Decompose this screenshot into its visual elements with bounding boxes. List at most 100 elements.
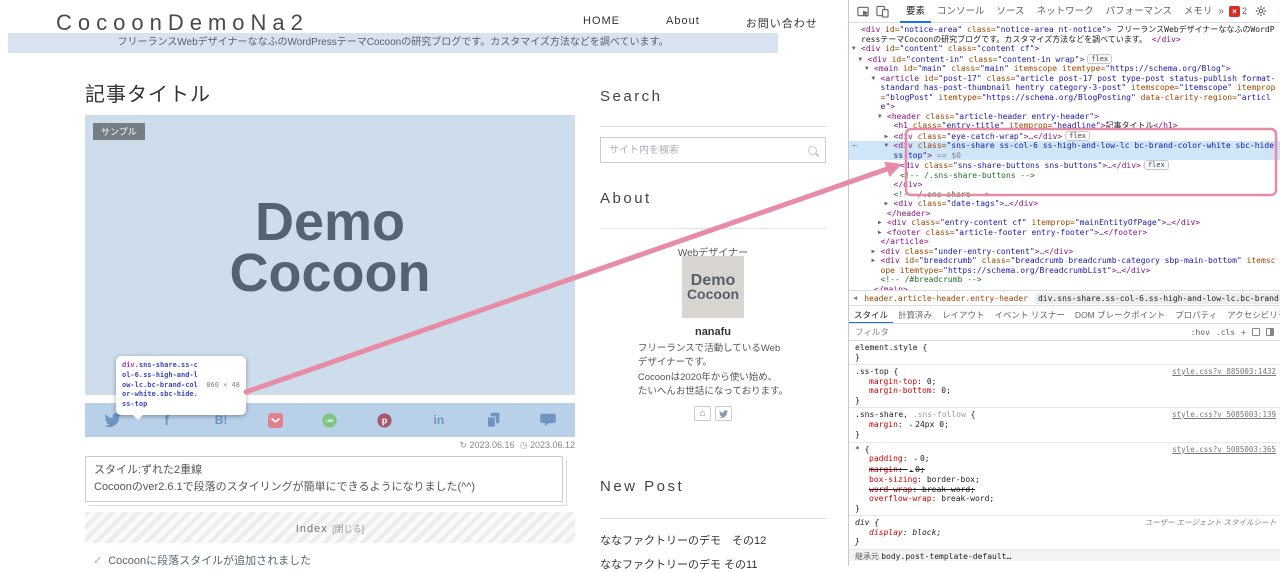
nav-item[interactable]: About: [666, 15, 700, 31]
rule-source-link[interactable]: style.css?v_5085003:365: [1172, 445, 1276, 455]
inherited-section-header: 継承元 body.post-template-default…: [849, 549, 1280, 561]
device-toolbar-icon[interactable]: [873, 5, 892, 18]
copy-icon[interactable]: [466, 403, 520, 437]
expand-closed-icon[interactable]: ▶: [872, 247, 881, 257]
styles-tab-2[interactable]: レイアウト: [937, 306, 990, 323]
dom-tree-node[interactable]: <div id="notice-area" class="notice-area…: [849, 25, 1280, 44]
more-tabs-icon[interactable]: »: [1218, 6, 1224, 17]
styles-tab-4[interactable]: DOM ブレークポイント: [1070, 306, 1170, 323]
css-rule[interactable]: style.css?v_5085003:139 .sns-share, .sns-…: [849, 408, 1280, 443]
styles-tab-3[interactable]: イベント リスナー: [990, 306, 1070, 323]
newpost-item[interactable]: ななファクトリーのデモ その12: [600, 532, 766, 548]
devtools-tab-4[interactable]: パフォーマンス: [1100, 0, 1178, 23]
dom-tree-node[interactable]: ⋯ ▼ <div class="sns-share ss-col-6 ss-high…: [849, 141, 1280, 160]
dom-tree-node[interactable]: ▶ <div class="sns-share-buttons sns-butto…: [849, 160, 1280, 171]
dom-tree-node[interactable]: <h1 class="entry-title" itemprop="headli…: [849, 121, 1280, 131]
breadcrumb-item[interactable]: div.sns-share.ss-col-6.ss-high-and-low-l…: [1034, 292, 1280, 304]
devtools-tabs: 要素 コンソール ソース ネットワーク パフォーマンス メモリ: [900, 0, 1218, 23]
dom-tree-node[interactable]: ▼ <header class="article-header entry-hea…: [849, 112, 1280, 122]
toc-close-label[interactable]: [閉じる]: [332, 524, 364, 534]
expand-closed-icon[interactable]: ▶: [891, 161, 900, 171]
kebab-menu-icon[interactable]: ⋮: [1275, 5, 1280, 18]
devtools-toolbar: 要素コンソールソースネットワークパフォーマンスメモリ » × 2 ⋮ ×: [849, 0, 1280, 23]
dom-tree-node[interactable]: </header>: [849, 209, 1280, 219]
gear-icon[interactable]: [1252, 5, 1270, 17]
nav-item[interactable]: HOME: [583, 15, 620, 31]
styles-tab-1[interactable]: 計算済み: [893, 306, 937, 323]
flex-badge[interactable]: flex: [1065, 130, 1090, 141]
expand-closed-icon[interactable]: ▶: [878, 218, 887, 228]
crumb-scroll-left-icon[interactable]: ◀: [853, 294, 857, 302]
expand-open-icon[interactable]: ▼: [872, 74, 881, 84]
expand-open-icon[interactable]: ▼: [878, 112, 887, 122]
article-main: 記事タイトル サンプル Demo Cocoon f B! LINE p in ↻ 202…: [85, 78, 575, 567]
expand-open-icon[interactable]: ▼: [852, 44, 861, 54]
styles-tab-0[interactable]: スタイル: [849, 306, 893, 323]
toc-item-label[interactable]: Cocoonに段落スタイルが追加されました: [108, 555, 311, 567]
expand-open-icon[interactable]: ▼: [859, 55, 868, 65]
dom-tree-node[interactable]: <!-- /.sns-share -->: [849, 190, 1280, 200]
flex-badge[interactable]: flex: [1143, 160, 1169, 170]
filter-tool[interactable]: +: [1241, 328, 1246, 337]
expand-closed-icon[interactable]: ▶: [872, 256, 881, 266]
css-rule[interactable]: ユーザー エージェント スタイルシート div {display: block;}: [849, 516, 1280, 550]
twitter-icon[interactable]: [715, 406, 732, 421]
expand-open-icon[interactable]: ▼: [885, 141, 894, 151]
filter-tool-icon[interactable]: [1266, 328, 1274, 336]
dom-tree-node[interactable]: ▼ <div id="content-in" class="content-in …: [849, 53, 1280, 65]
styles-tab-6[interactable]: アクセシビリティ: [1222, 306, 1280, 323]
devtools-tab-1[interactable]: コンソール: [931, 0, 991, 23]
pinterest-icon[interactable]: p: [357, 403, 411, 437]
search-input[interactable]: [609, 144, 808, 156]
dom-tree-node[interactable]: ▶ <div class="date-tags">…</div>: [849, 199, 1280, 209]
dom-tree-node[interactable]: ▼ <article id="post-17" class="article po…: [849, 74, 1280, 112]
dom-tree-node[interactable]: </main>: [849, 285, 1280, 291]
dom-tree-node[interactable]: ▶ <div id="breadcrumb" class="breadcrumb …: [849, 256, 1280, 275]
dom-tree-node[interactable]: ▶ <div class="entry-content cf" itemprop=…: [849, 218, 1280, 228]
pocket-icon[interactable]: [248, 403, 302, 437]
dom-tree-node[interactable]: ▼ <main id="main" class="main" itemscope …: [849, 64, 1280, 74]
expand-closed-icon[interactable]: ▶: [885, 199, 894, 209]
breadcrumb-item[interactable]: header.article-header.entry-header: [864, 294, 1028, 303]
linkedin-icon[interactable]: in: [412, 403, 466, 437]
comment-icon[interactable]: [521, 403, 575, 437]
devtools-tab-elements-active[interactable]: 要素: [900, 0, 931, 23]
flex-badge[interactable]: flex: [1087, 53, 1113, 64]
expand-closed-icon[interactable]: ▶: [885, 132, 894, 142]
devtools-tab-5[interactable]: メモリ: [1178, 0, 1219, 23]
toc-toggle[interactable]: Index [閉じる]: [85, 512, 575, 543]
author-bio-line: たいへんお世話になっております。: [637, 385, 789, 397]
search-box[interactable]: [600, 137, 826, 163]
search-icon[interactable]: [808, 145, 817, 155]
line-icon[interactable]: LINE: [303, 403, 357, 437]
dom-tree-node[interactable]: ▶ <div class="under-entry-content">…</div…: [849, 247, 1280, 257]
error-badge[interactable]: × 2: [1228, 5, 1247, 17]
dom-tree-node[interactable]: ▶ <div class="eye-catch-wrap">…</div> flex: [849, 130, 1280, 142]
styles-tab-5[interactable]: プロパティ: [1170, 306, 1222, 323]
expand-closed-icon[interactable]: ▶: [878, 228, 887, 238]
expand-open-icon[interactable]: ▼: [865, 64, 874, 74]
dom-tree-node[interactable]: ▶ <footer class="article-footer entry-foo…: [849, 228, 1280, 238]
dom-tree-node[interactable]: </div>: [849, 180, 1280, 190]
dom-tree-node[interactable]: <!-- /#breadcrumb -->: [849, 275, 1280, 285]
inspect-element-icon[interactable]: [854, 5, 873, 18]
css-rule[interactable]: style.css?v_5085003:365 * {padding: ▸ 0; ma…: [849, 443, 1280, 516]
rule-source-link[interactable]: style.css?v_5085003:139: [1172, 410, 1276, 420]
nav-item[interactable]: お問い合わせ: [746, 15, 818, 31]
css-rule[interactable]: style.css?v_885003:1432 .ss-top {margin-t…: [849, 365, 1280, 408]
devtools-tab-2[interactable]: ソース: [991, 0, 1031, 23]
styles-filter-input[interactable]: フィルタ: [855, 326, 889, 338]
css-rule[interactable]: element.style {}: [849, 341, 1280, 365]
devtools-tab-3[interactable]: ネットワーク: [1031, 0, 1100, 23]
dom-tree-node[interactable]: <!-- /.sns-share-buttons -->: [849, 171, 1280, 181]
dom-tree-node[interactable]: ▼ <div id="content" class="content cf">: [849, 44, 1280, 54]
rule-source-link[interactable]: style.css?v_885003:1432: [1172, 367, 1276, 377]
filter-tool[interactable]: .cls: [1216, 328, 1235, 337]
filter-tool[interactable]: :hov: [1191, 328, 1210, 337]
home-icon[interactable]: ⌂: [694, 406, 711, 421]
filter-tool-icon[interactable]: [1252, 328, 1260, 336]
dom-tree-node[interactable]: </article>: [849, 237, 1280, 247]
toc-label: Index: [295, 523, 328, 535]
styles-filter-bar: フィルタ :hov .cls +: [849, 324, 1280, 341]
newpost-item[interactable]: ななファクトリーのデモ その11: [600, 556, 757, 572]
